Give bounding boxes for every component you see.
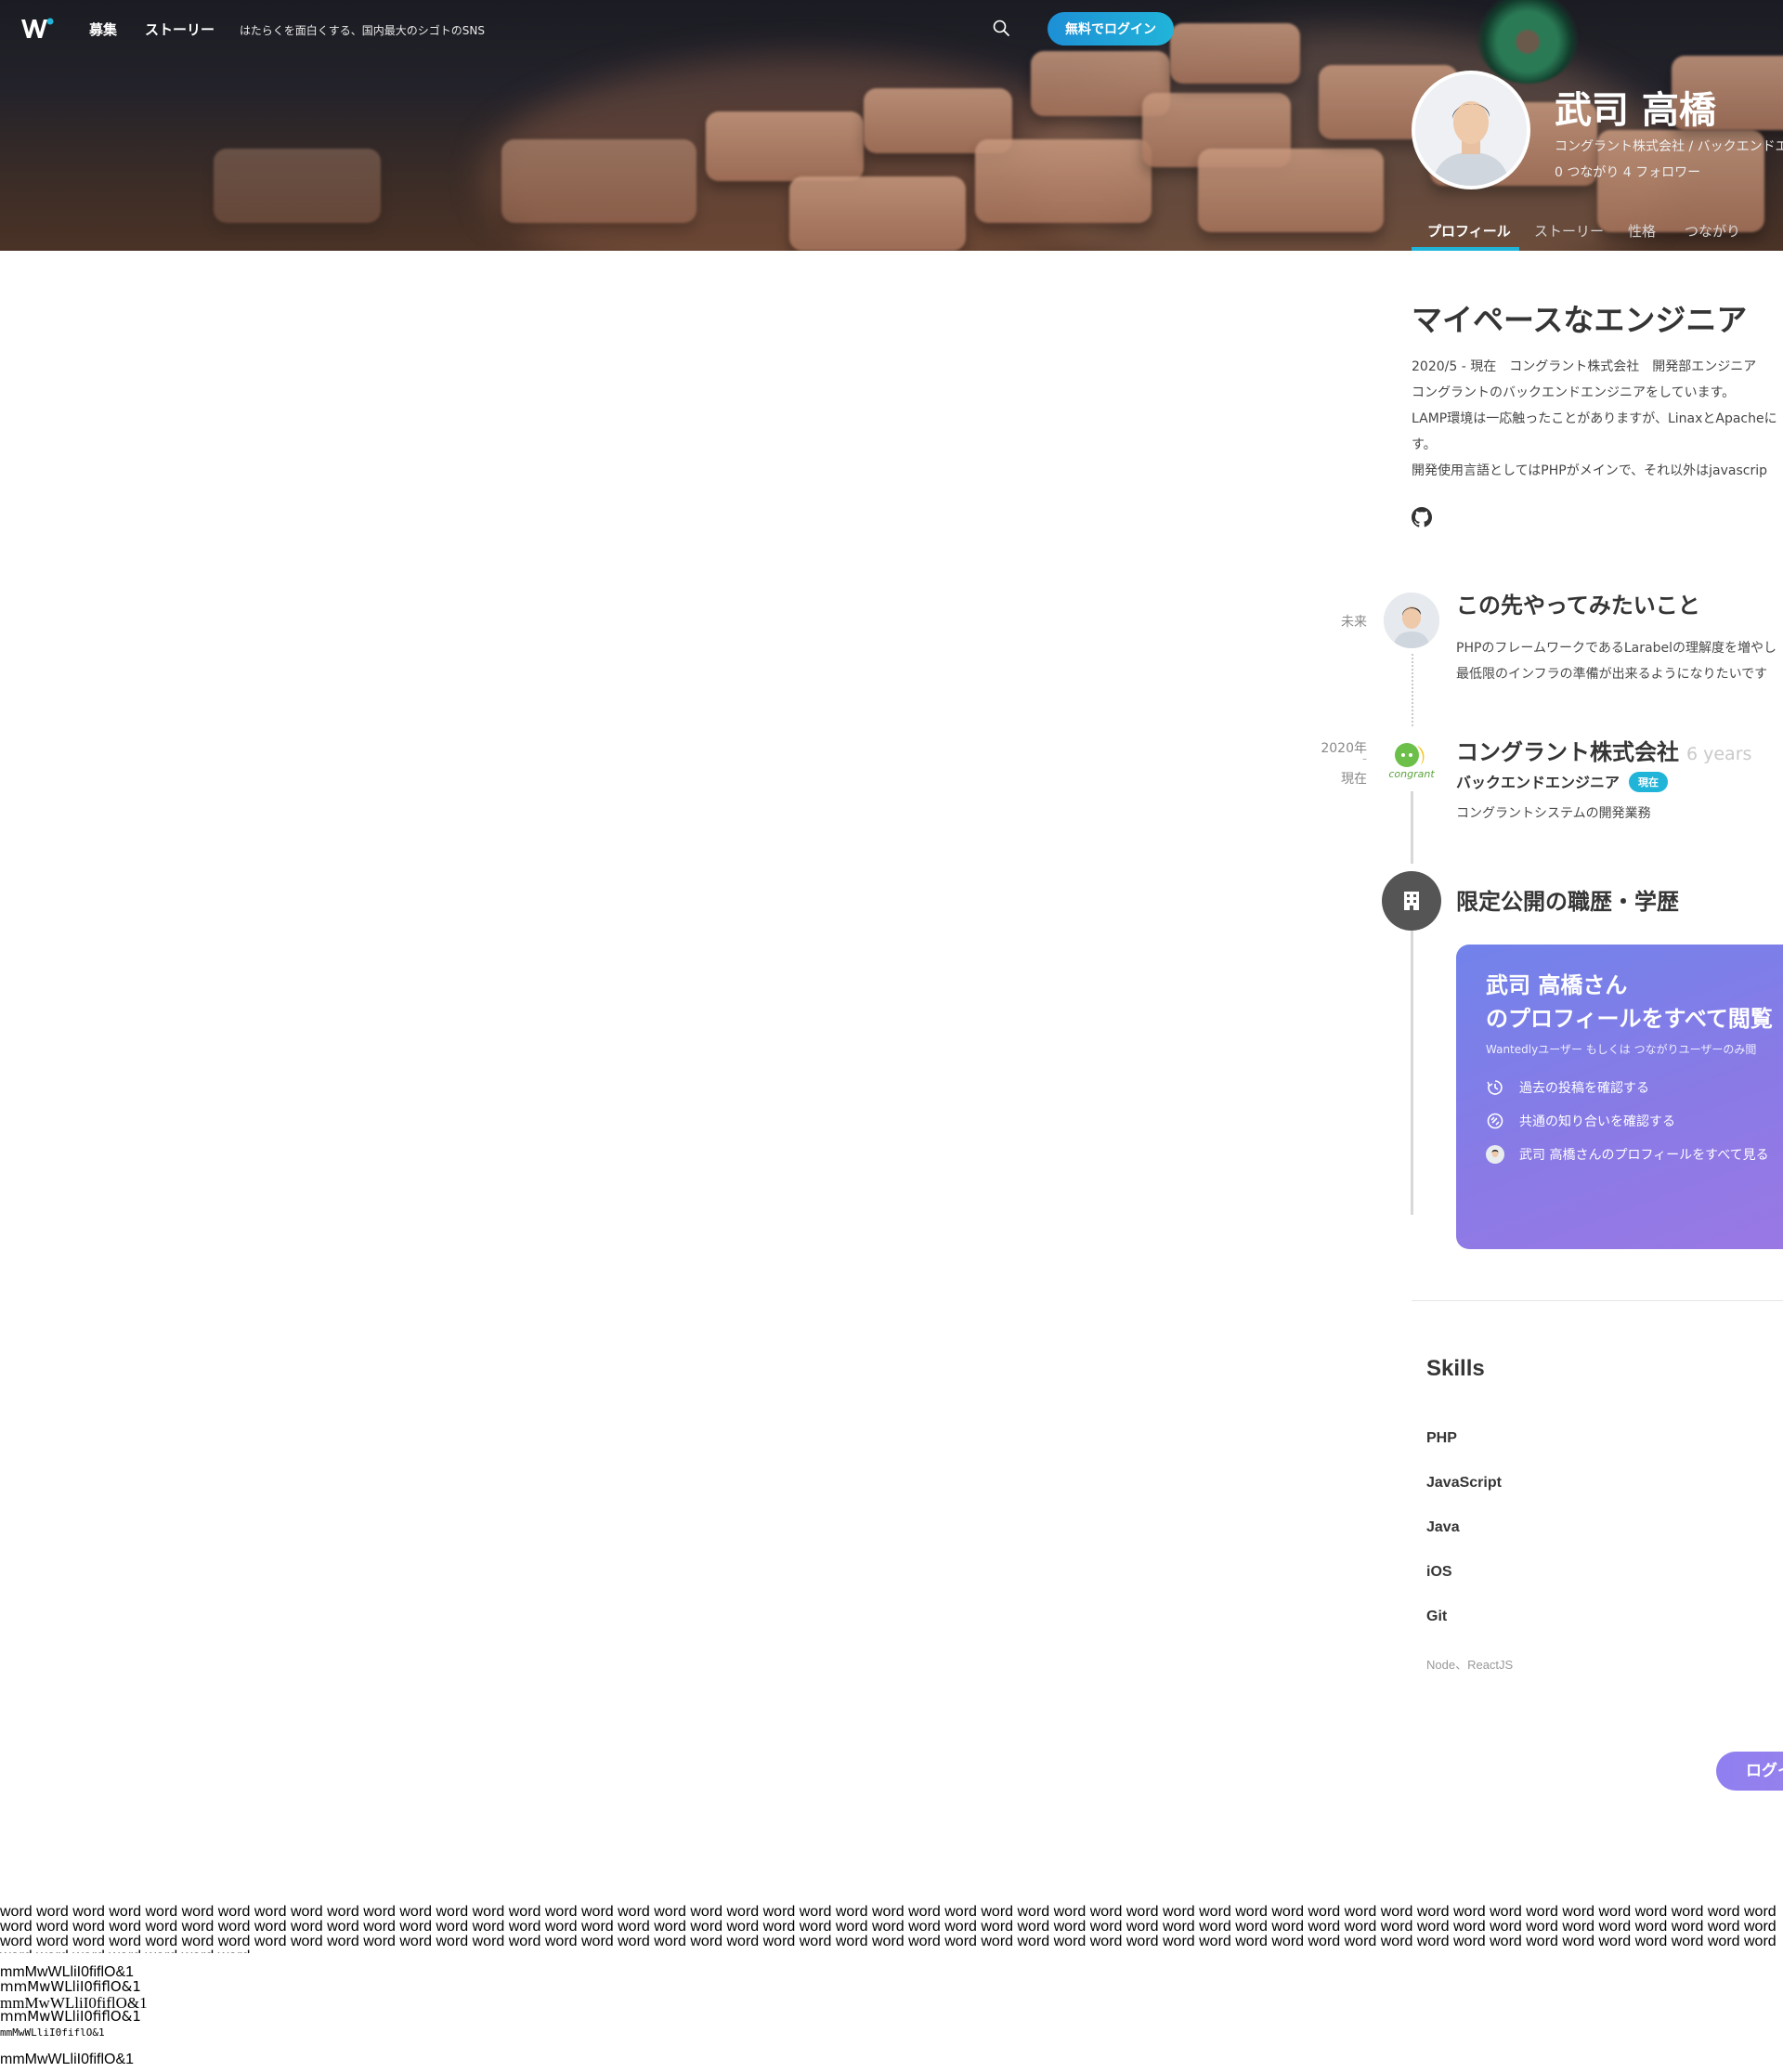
timeline-line bbox=[1411, 791, 1413, 864]
company-title[interactable]: コングラント株式会社 6 years bbox=[1456, 734, 1751, 766]
profile-affiliation: コングラント株式会社 / バックエンドエ bbox=[1555, 139, 1783, 154]
company-name[interactable]: コングラント株式会社 bbox=[1456, 739, 1679, 765]
nav-tagline: はたらくを面白くする、国内最大のシゴトのSNS bbox=[240, 24, 485, 37]
svg-text:congrant: congrant bbox=[1388, 768, 1435, 780]
skill-item[interactable]: PHP bbox=[1426, 1430, 1457, 1447]
search-icon[interactable] bbox=[992, 19, 1010, 37]
company-logo[interactable]: congrant bbox=[1384, 734, 1439, 789]
future-title: この先やってみたいこと bbox=[1456, 593, 1700, 619]
skills-title: Skills bbox=[1426, 1356, 1485, 1381]
font-sample: mmMwWLliI0fiflO&1 bbox=[0, 2052, 135, 2067]
view-full-profile-card[interactable]: 武司 高橋さん のプロフィールをすべて閲覧 Wantedlyユーザー もしくは … bbox=[1456, 945, 1783, 1249]
promo-item-posts[interactable]: 過去の投稿を確認する bbox=[1486, 1078, 1649, 1097]
future-text: 最低限のインフラの準備が出来るようになりたいです bbox=[1456, 667, 1768, 682]
promo-title: のプロフィールをすべて閲覧 bbox=[1486, 1006, 1773, 1032]
future-text: PHPのフレームワークであるLarabelの理解度を増やし bbox=[1456, 641, 1776, 656]
word-text-block: word word word word word word word word … bbox=[0, 1905, 1776, 1953]
tab-stories[interactable]: ストーリー bbox=[1534, 221, 1604, 241]
current-badge: 現在 bbox=[1629, 772, 1669, 792]
nav-link-jobs[interactable]: 募集 bbox=[89, 20, 117, 39]
profile-avatar bbox=[1412, 71, 1530, 189]
font-sample: mmMwWLliI0fiflO&1 bbox=[0, 2008, 141, 2025]
job-role-label: バックエンドエンジニア bbox=[1456, 774, 1620, 791]
tab-connections[interactable]: つながり bbox=[1685, 221, 1740, 241]
skill-item[interactable]: JavaScript bbox=[1426, 1475, 1502, 1492]
timeline-date-separator: – bbox=[1362, 754, 1367, 764]
nav-link-stories[interactable]: ストーリー bbox=[145, 20, 215, 39]
font-sample: mmMwWLliI0fiflO&1 bbox=[0, 1978, 141, 1995]
profile-stats[interactable]: 0 つながり 4 フォロワー bbox=[1555, 163, 1700, 181]
congrant-logo-icon: congrant bbox=[1388, 743, 1435, 780]
person-photo-icon bbox=[1415, 74, 1527, 186]
timeline-date-future: 未来 bbox=[1341, 615, 1367, 630]
timeline-connector bbox=[1412, 654, 1413, 726]
promo-subtitle: Wantedlyユーザー もしくは つながりユーザーのみ閲 bbox=[1486, 1043, 1757, 1056]
timeline-avatar bbox=[1382, 591, 1441, 650]
skill-item[interactable]: iOS bbox=[1426, 1564, 1452, 1581]
timeline-line bbox=[1411, 931, 1413, 1215]
top-navigation: 募集 ストーリー はたらくを面白くする、国内最大のシゴトのSNS 無料でログイン bbox=[0, 0, 1783, 58]
free-login-button[interactable]: 無料でログイン bbox=[1048, 12, 1174, 46]
tab-profile[interactable]: プロフィール bbox=[1427, 221, 1511, 241]
active-tab-indicator bbox=[1412, 247, 1519, 251]
description-line: す。 bbox=[1412, 437, 1437, 452]
skill-item[interactable]: Git bbox=[1426, 1609, 1447, 1625]
promo-item-full-profile[interactable]: 武司 高橋さんのプロフィールをすべて見る bbox=[1486, 1145, 1769, 1164]
link-icon bbox=[1487, 1113, 1503, 1129]
user-avatar-icon bbox=[1486, 1145, 1504, 1164]
building-icon bbox=[1404, 892, 1419, 910]
promo-item-label: 過去の投稿を確認する bbox=[1519, 1081, 1649, 1096]
profile-headline: マイペースなエンジニア bbox=[1412, 302, 1748, 338]
history-icon bbox=[1487, 1080, 1503, 1095]
restricted-title: 限定公開の職歴・学歴 bbox=[1456, 889, 1679, 915]
timeline-date-end: 現在 bbox=[1341, 772, 1367, 787]
font-sample: mmMwWLliI0fiflO&1 bbox=[0, 2026, 105, 2039]
profile-name: 武司 高橋 bbox=[1555, 89, 1716, 132]
section-divider bbox=[1412, 1300, 1783, 1301]
promo-item-label: 共通の知り合いを確認する bbox=[1519, 1114, 1675, 1129]
skill-item[interactable]: Java bbox=[1426, 1519, 1460, 1536]
job-detail: コングラントシステムの開発業務 bbox=[1456, 806, 1651, 821]
description-line: LAMP環境は一応触ったことがありますが、LinaxとApacheに bbox=[1412, 411, 1777, 426]
restricted-history-marker bbox=[1382, 871, 1441, 931]
description-line: コングラントのバックエンドエンジニアをしています。 bbox=[1412, 385, 1736, 400]
description-line: 開発使用言語としてはPHPがメインで、それ以外はjavascrip bbox=[1412, 463, 1768, 478]
wantedly-logo-icon[interactable] bbox=[20, 17, 54, 41]
skill-others: Node、ReactJS bbox=[1426, 1658, 1514, 1672]
tab-personality[interactable]: 性格 bbox=[1628, 221, 1656, 241]
person-photo-icon bbox=[1384, 593, 1439, 648]
promo-title: 武司 高橋さん bbox=[1486, 972, 1628, 998]
login-button[interactable]: ログイン bbox=[1716, 1752, 1783, 1791]
job-role: バックエンドエンジニア 現在 bbox=[1456, 770, 1669, 792]
github-icon[interactable] bbox=[1412, 507, 1432, 528]
description-line: 2020/5 - 現在 コングラント株式会社 開発部エンジニア bbox=[1412, 359, 1757, 374]
promo-item-mutuals[interactable]: 共通の知り合いを確認する bbox=[1486, 1112, 1675, 1130]
tenure-years: 6 years bbox=[1686, 744, 1752, 764]
promo-item-label: 武司 高橋さんのプロフィールをすべて見る bbox=[1519, 1148, 1769, 1163]
